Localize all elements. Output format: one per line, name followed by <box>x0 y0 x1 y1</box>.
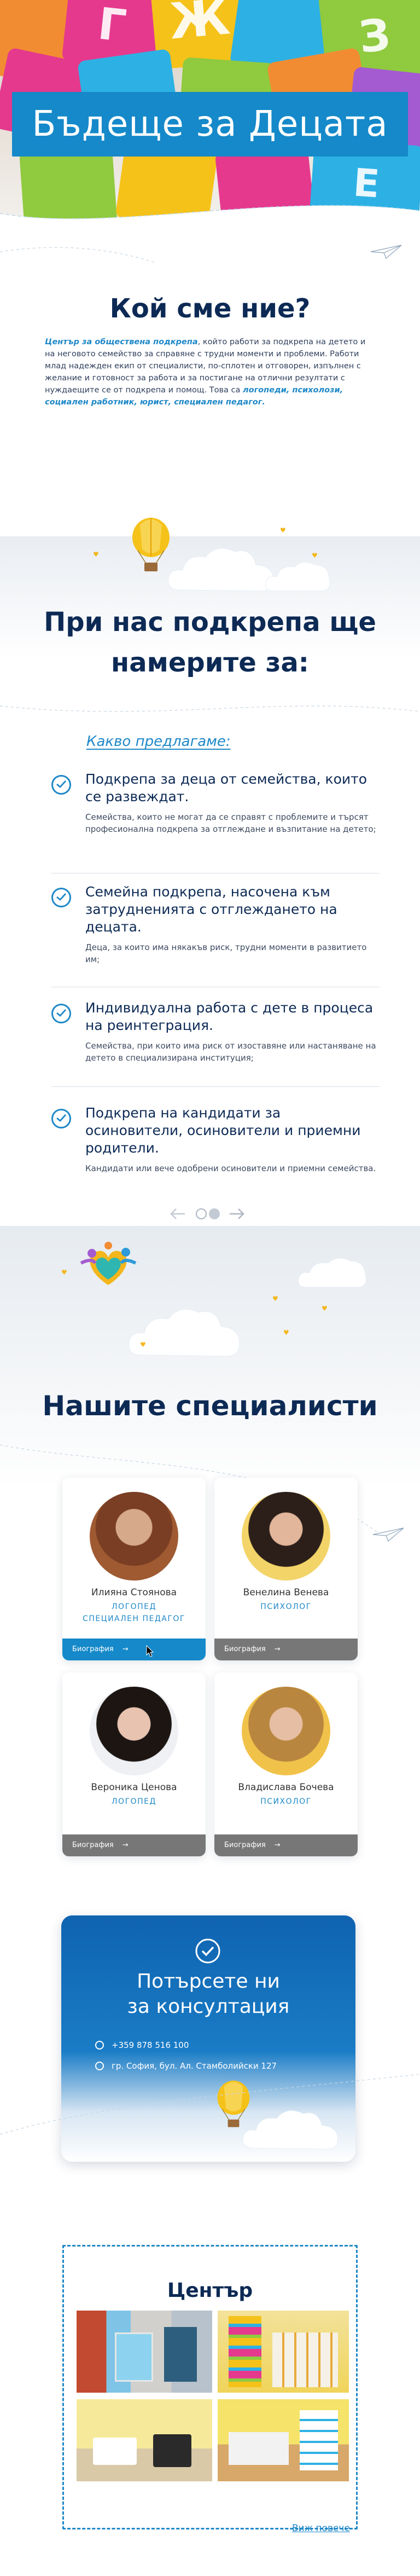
heart-icon: ♥ <box>93 551 99 558</box>
arrow-right-icon: → <box>274 1645 281 1653</box>
center-photo-3[interactable] <box>77 2399 212 2481</box>
offer-item-text: Деца, за които има някакъв риск, трудни … <box>85 942 367 964</box>
offer-item: Подкрепа за деца от семейства, които се … <box>51 771 380 873</box>
heart-icon: ♥ <box>280 526 286 534</box>
check-circle-icon <box>51 775 71 795</box>
specialist-card[interactable]: Владислава Бочева ПСИХОЛОГ Биография → <box>214 1672 358 1856</box>
center-photo-1[interactable] <box>77 2311 212 2393</box>
dashed-path-decoration <box>0 247 156 263</box>
hero-banner: Г Ж З Е Бъдеще за Децата <box>0 0 420 224</box>
biography-button[interactable]: Биография → <box>62 1834 206 1856</box>
phone-icon <box>95 2041 104 2050</box>
page: Г Ж З Е Бъдеще за Децата Кой сме ние? Це… <box>0 0 420 2576</box>
heart-icon: ♥ <box>140 1341 146 1348</box>
check-circle-icon <box>51 1109 71 1128</box>
specialist-name: Владислава Бочева <box>238 1782 334 1793</box>
check-circle-icon <box>51 888 71 907</box>
specialist-role: ПСИХОЛОГ <box>260 1602 312 1611</box>
specialist-card[interactable]: Илияна Стоянова ЛОГОПЕД СПЕЦИАЛЕН ПЕДАГО… <box>62 1478 206 1660</box>
specialist-role: ПСИХОЛОГ <box>260 1797 312 1806</box>
hero-title: Бъдеще за Децата <box>12 92 408 157</box>
offer-item-text: Кандидати или вече одобрени осиновители … <box>85 1163 376 1173</box>
dashed-path-decoration <box>0 2074 420 2135</box>
carousel-controls <box>170 1204 257 1224</box>
contact-title-line: за консултация <box>127 1995 290 2018</box>
carousel-dot-active[interactable] <box>196 1208 207 1219</box>
specialists-title: Нашите специалисти <box>42 1390 378 1422</box>
offer-item: Подкрепа на кандидати за осиновители, ос… <box>51 1104 380 1197</box>
carousel-dot[interactable] <box>209 1208 220 1219</box>
specialist-role: ЛОГОПЕД <box>112 1797 156 1806</box>
center-photo-2[interactable] <box>218 2311 349 2393</box>
mouse-cursor-icon <box>146 1645 154 1657</box>
offer-item-text: Семейства, при които има риск от изостав… <box>85 1041 376 1063</box>
offer-section-title: При нас подкрепа ще намерите за: <box>44 607 376 678</box>
biography-button[interactable]: Биография → <box>214 1834 358 1856</box>
center-photo-4[interactable] <box>218 2399 349 2481</box>
arrow-right-icon: → <box>122 1645 129 1653</box>
arrow-right-icon[interactable] <box>229 1207 245 1220</box>
specialist-photo <box>90 1492 178 1581</box>
offer-item: Семейна подкрепа, насочена към затруднен… <box>51 883 380 987</box>
specialist-card[interactable]: Вероника Ценова ЛОГОПЕД Биография → <box>62 1672 206 1856</box>
biography-label: Биография <box>72 1645 114 1653</box>
center-title: Център <box>167 2279 253 2302</box>
specialist-card[interactable]: Венелина Венева ПСИХОЛОГ Биография → <box>214 1478 358 1660</box>
offer-subtitle: Какво предлагаме: <box>86 733 231 750</box>
biography-label: Биография <box>224 1645 266 1653</box>
specialist-name: Вероника Ценова <box>91 1782 177 1793</box>
specialist-role: СПЕЦИАЛЕН ПЕДАГОГ <box>83 1614 185 1623</box>
about-text: Център за обществена подкрепа, който раб… <box>45 336 375 408</box>
biography-button[interactable]: Биография → <box>62 1639 206 1660</box>
specialist-name: Илияна Стоянова <box>91 1587 177 1598</box>
paper-plane-icon <box>372 1527 404 1542</box>
specialist-photo <box>242 1492 330 1581</box>
offer-item-heading: Подкрепа за деца от семейства, които се … <box>85 771 368 804</box>
offer-item-heading: Семейна подкрепа, насочена към затруднен… <box>85 884 337 935</box>
contact-phone-text: +359 878 516 100 <box>112 2040 189 2050</box>
offer-item: Индивидуална работа с дете в процеса на … <box>51 999 380 1087</box>
biography-label: Биография <box>224 1841 266 1849</box>
offer-item-text: Семейства, които не могат да се справят … <box>85 812 376 834</box>
biography-label: Биография <box>72 1841 114 1849</box>
check-circle-icon <box>51 1004 71 1023</box>
heart-icon: ♥ <box>283 1329 289 1336</box>
specialist-name: Венелина Венева <box>243 1587 329 1598</box>
cloud-icon <box>167 548 274 592</box>
heart-icon: ♥ <box>61 1269 67 1276</box>
check-circle-icon <box>195 1938 220 1964</box>
arrow-right-icon: → <box>274 1841 281 1849</box>
heart-icon: ♥ <box>272 1295 278 1303</box>
biography-button[interactable]: Биография → <box>214 1639 358 1660</box>
offer-item-heading: Индивидуална работа с дете в процеса на … <box>85 1000 374 1033</box>
cloud-icon <box>128 1309 240 1357</box>
family-hearts-logo-icon <box>80 1242 137 1285</box>
offer-item-heading: Подкрепа на кандидати за осиновители, ос… <box>85 1105 361 1156</box>
arrow-right-icon: → <box>122 1841 129 1849</box>
dashed-path-decoration <box>0 705 420 712</box>
heart-icon: ♥ <box>322 1305 328 1312</box>
contact-title: Потърсете ни за консултация <box>61 1969 355 2019</box>
arrow-left-icon[interactable] <box>170 1207 186 1220</box>
specialist-photo <box>242 1687 330 1775</box>
about-text-highlight: Център за обществена подкрепа <box>45 338 198 346</box>
cloud-icon <box>298 1258 366 1288</box>
specialist-role: ЛОГОПЕД <box>112 1602 156 1611</box>
contact-title-line: Потърсете ни <box>137 1970 280 1993</box>
specialist-photo <box>90 1687 178 1775</box>
cloud-icon <box>265 561 330 592</box>
hero-wave-divider <box>0 205 420 224</box>
see-more-link[interactable]: Виж повече <box>292 2523 350 2534</box>
about-title: Кой сме ние? <box>109 293 311 324</box>
heart-icon: ♥ <box>312 552 318 559</box>
contact-phone[interactable]: +359 878 516 100 <box>95 2040 189 2050</box>
